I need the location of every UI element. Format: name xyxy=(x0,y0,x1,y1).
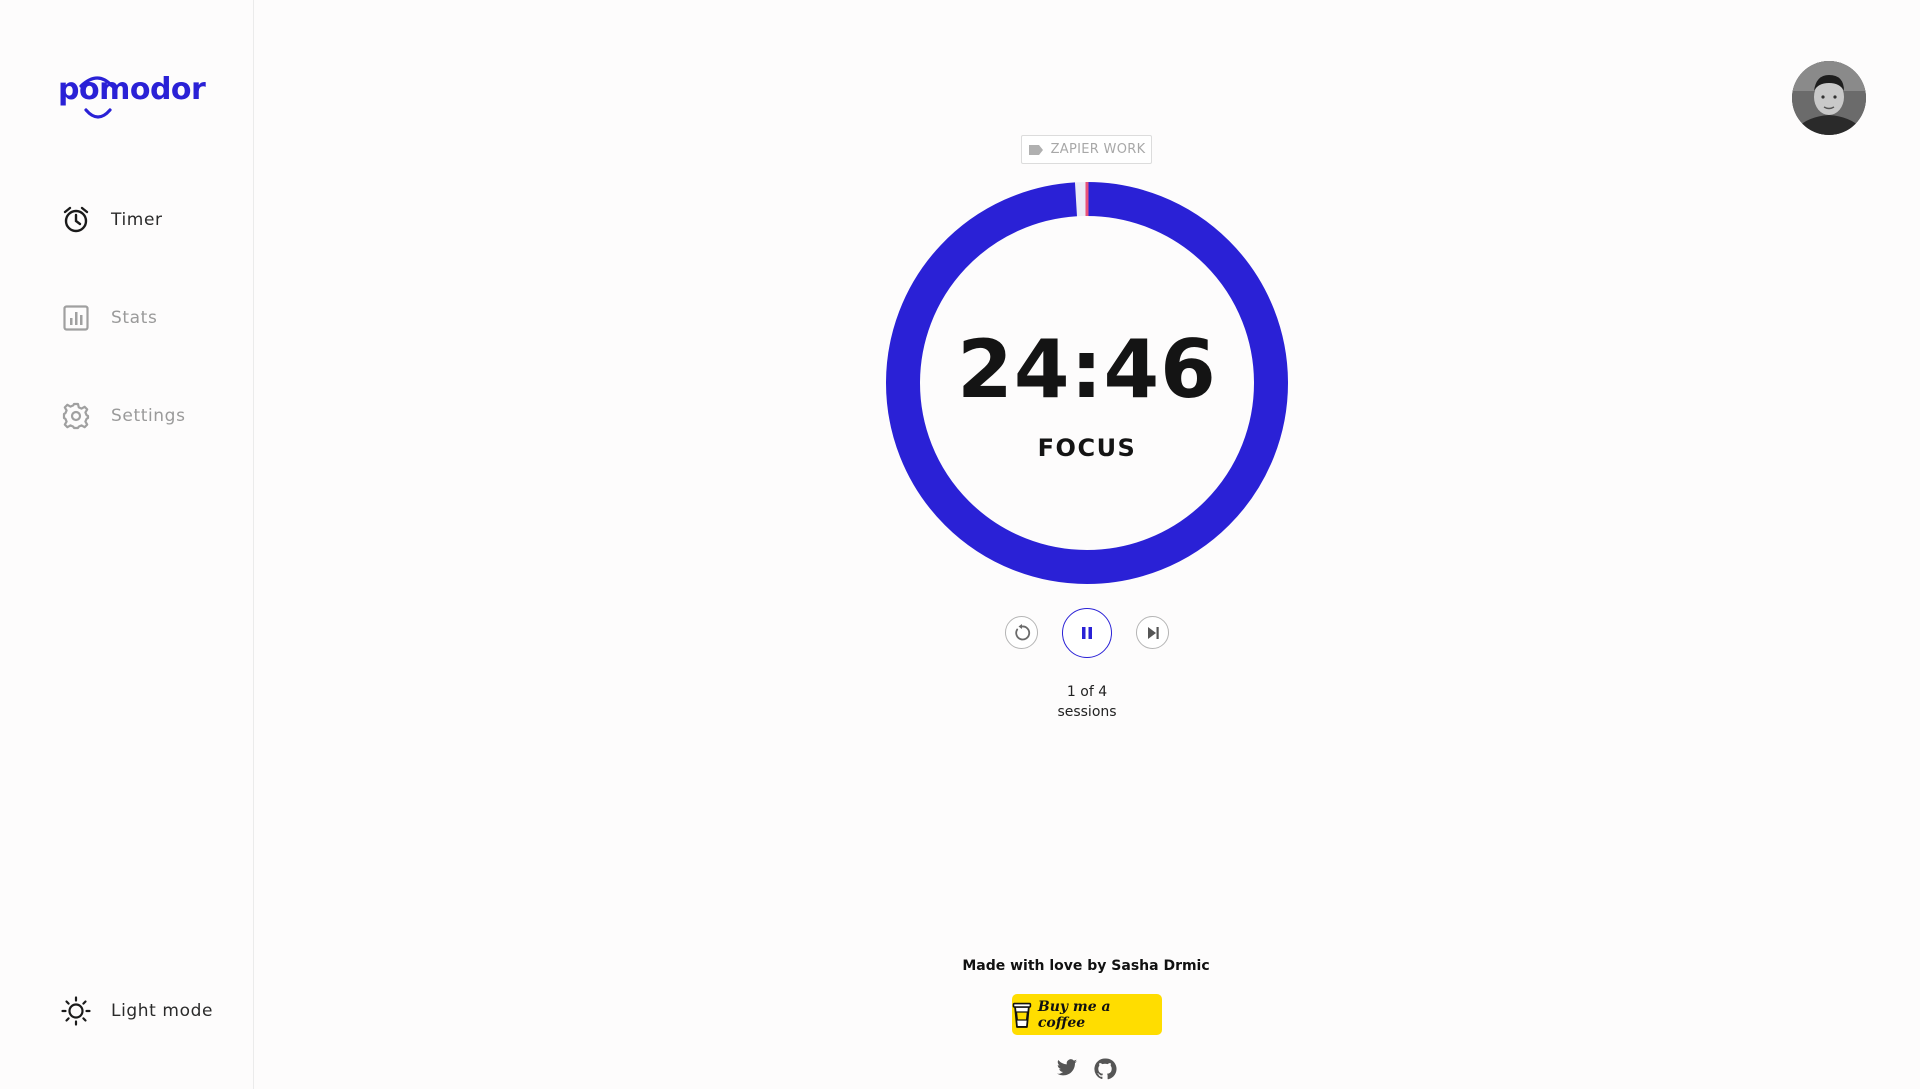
bar-chart-icon xyxy=(61,303,91,333)
sun-icon xyxy=(61,996,91,1026)
session-count: 1 of 4 xyxy=(1066,684,1108,700)
sidebar-item-stats[interactable]: Stats xyxy=(61,302,157,334)
logo-text: pomodor xyxy=(58,72,206,107)
buy-me-a-coffee-button[interactable]: Buy me a coffee xyxy=(1012,994,1162,1035)
alarm-clock-icon xyxy=(61,205,91,235)
theme-toggle-label: Light mode xyxy=(111,1001,214,1021)
twitter-icon xyxy=(1056,1059,1078,1076)
github-link[interactable] xyxy=(1093,1057,1117,1081)
sidebar-item-settings[interactable]: Settings xyxy=(61,400,186,432)
skip-icon xyxy=(1147,626,1159,639)
tag-icon xyxy=(1028,144,1043,155)
github-icon xyxy=(1094,1058,1117,1080)
restart-icon xyxy=(1014,623,1030,640)
skip-button[interactable] xyxy=(1136,616,1169,649)
restart-button[interactable] xyxy=(1005,616,1038,649)
sidebar-item-label: Stats xyxy=(111,308,158,328)
sidebar-item-timer[interactable]: Timer xyxy=(61,204,163,236)
progress-ring-marker xyxy=(1085,182,1089,216)
avatar-image xyxy=(1792,61,1866,135)
sidebar: pomodor Timer Stats Settings Light mode xyxy=(0,0,254,1089)
app-logo[interactable]: pomodor xyxy=(58,72,206,107)
session-counter: 1 of 4 sessions xyxy=(1000,682,1174,722)
pause-icon xyxy=(1082,627,1092,639)
timer-mode: FOCUS xyxy=(1037,434,1137,462)
coffee-label: Buy me a coffee xyxy=(1037,998,1111,1031)
session-tag-label: ZAPIER WORK xyxy=(1050,142,1146,157)
timer-countdown: 24:46 xyxy=(957,323,1217,416)
pause-button[interactable] xyxy=(1062,608,1112,658)
coffee-cup-icon xyxy=(1012,1002,1032,1028)
gear-icon xyxy=(61,401,91,431)
sidebar-item-label: Timer xyxy=(111,210,163,230)
credit-text: Made with love by Sasha Drmic xyxy=(962,958,1210,974)
twitter-link[interactable] xyxy=(1056,1057,1080,1081)
theme-toggle[interactable]: Light mode xyxy=(61,995,213,1027)
sidebar-item-label: Settings xyxy=(111,406,186,426)
user-avatar[interactable] xyxy=(1792,61,1866,135)
session-tag[interactable]: ZAPIER WORK xyxy=(1021,135,1152,164)
session-count-unit: sessions xyxy=(1057,704,1117,720)
